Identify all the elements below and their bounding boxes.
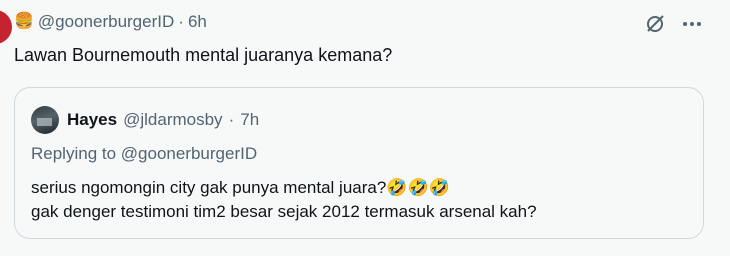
quote-text: serius ngomongin city gak punya mental j…: [31, 176, 537, 224]
tweet-text: Lawan Bournemouth mental juaranya kemana…: [14, 45, 393, 65]
burger-emoji: 🍔: [14, 13, 34, 30]
header-separator: ·: [178, 12, 184, 31]
quote-time[interactable]: 7h: [240, 110, 259, 130]
replying-to: Replying to @goonerburgerID: [31, 144, 258, 163]
tweet-actions: [644, 13, 702, 35]
quote-header: Hayes @jldarmosby · 7h: [31, 106, 259, 134]
quoted-tweet[interactable]: Hayes @jldarmosby · 7h Replying to @goon…: [14, 87, 704, 239]
tweet-time[interactable]: 6h: [188, 12, 207, 32]
author-avatar[interactable]: [0, 10, 12, 44]
tweet-header: 🍔 @goonerburgerID · 6h: [14, 12, 207, 32]
quote-text-line-2: gak denger testimoni tim2 besar sejak 20…: [31, 202, 537, 221]
quote-author-name[interactable]: Hayes: [67, 110, 117, 130]
author-handle[interactable]: @goonerburgerID: [38, 12, 174, 32]
quote-avatar[interactable]: [31, 106, 59, 134]
quote-separator: ·: [228, 110, 235, 129]
quote-author-handle[interactable]: @jldarmosby: [123, 110, 222, 130]
more-icon[interactable]: [682, 21, 702, 27]
quote-text-line-1: serius ngomongin city gak punya mental j…: [31, 178, 450, 197]
grok-icon[interactable]: [644, 13, 666, 35]
